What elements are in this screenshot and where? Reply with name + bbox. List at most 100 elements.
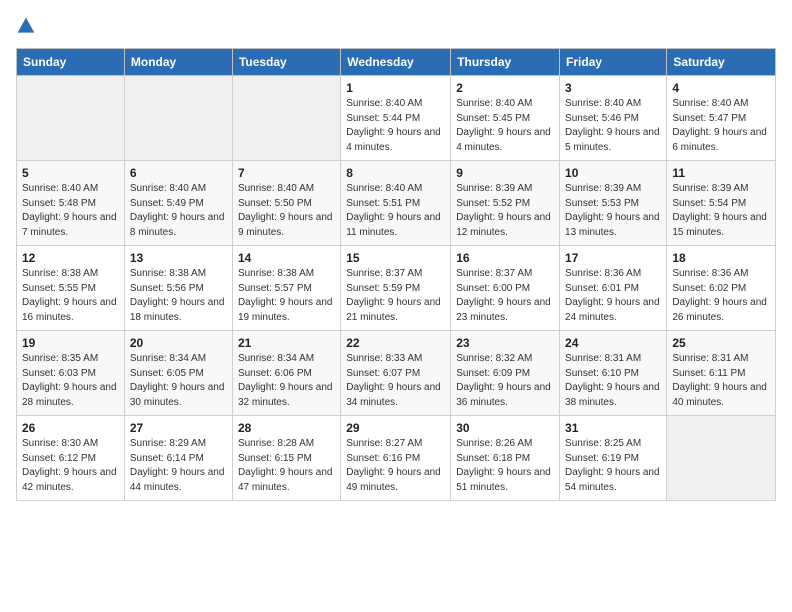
day-number: 29 — [346, 421, 445, 435]
day-cell: 16Sunrise: 8:37 AM Sunset: 6:00 PM Dayli… — [451, 246, 560, 331]
day-number: 23 — [456, 336, 554, 350]
day-cell: 18 Sunrise: 8:36 AM Sunset: 6:02 PM Dayli… — [667, 246, 776, 331]
day-cell: 19 Sunrise: 8:35 AM Sunset: 6:03 PM Dayli… — [17, 331, 125, 416]
day-number: 4 — [672, 81, 770, 95]
day-info: Sunrise: 8:29 AM Sunset: 6:14 PM Dayligh… — [130, 437, 227, 495]
day-number: 28 — [238, 421, 335, 435]
week-row-1: 1 Sunrise: 8:40 AM Sunset: 5:44 PM Daylig… — [17, 76, 776, 161]
day-number: 20 — [130, 336, 227, 350]
day-cell: 10 Sunrise: 8:39 AM Sunset: 5:53 PM Dayli… — [560, 161, 667, 246]
day-info: Sunrise: 8:27 AM Sunset: 6:16 PM Dayligh… — [346, 437, 445, 495]
day-number: 6 — [130, 166, 227, 180]
calendar-header: SundayMondayTuesdayWednesdayThursdayFrid… — [17, 49, 776, 76]
day-number: 18 — [672, 251, 770, 265]
header-day-tuesday: Tuesday — [232, 49, 340, 76]
day-cell: 2Sunrise: 8:40 AM Sunset: 5:45 PM Daylig… — [451, 76, 560, 161]
day-info: Sunrise: 8:32 AM Sunset: 6:09 PM Dayligh… — [456, 352, 554, 410]
day-number: 16 — [456, 251, 554, 265]
day-cell: 25Sunrise: 8:31 AM Sunset: 6:11 PM Dayli… — [667, 331, 776, 416]
header-day-friday: Friday — [560, 49, 667, 76]
day-cell — [667, 416, 776, 501]
day-cell — [124, 76, 232, 161]
day-cell: 26 Sunrise: 8:30 AM Sunset: 6:12 PM Dayli… — [17, 416, 125, 501]
day-info: Sunrise: 8:39 AM Sunset: 5:52 PM Dayligh… — [456, 182, 554, 240]
day-cell: 8Sunrise: 8:40 AM Sunset: 5:51 PM Daylig… — [341, 161, 451, 246]
logo — [16, 16, 40, 36]
day-cell: 5 Sunrise: 8:40 AM Sunset: 5:48 PM Daylig… — [17, 161, 125, 246]
day-number: 14 — [238, 251, 335, 265]
day-number: 2 — [456, 81, 554, 95]
day-info: Sunrise: 8:36 AM Sunset: 6:02 PM Dayligh… — [672, 267, 770, 325]
day-cell: 14 Sunrise: 8:38 AM Sunset: 5:57 PM Dayli… — [232, 246, 340, 331]
day-info: Sunrise: 8:38 AM Sunset: 5:57 PM Dayligh… — [238, 267, 335, 325]
day-cell: 21 Sunrise: 8:34 AM Sunset: 6:06 PM Dayli… — [232, 331, 340, 416]
day-number: 11 — [672, 166, 770, 180]
day-cell: 9 Sunrise: 8:39 AM Sunset: 5:52 PM Daylig… — [451, 161, 560, 246]
day-info: Sunrise: 8:40 AM Sunset: 5:46 PM Dayligh… — [565, 97, 661, 155]
day-cell: 12 Sunrise: 8:38 AM Sunset: 5:55 PM Dayli… — [17, 246, 125, 331]
day-cell: 15 Sunrise: 8:37 AM Sunset: 5:59 PM Dayli… — [341, 246, 451, 331]
header-day-monday: Monday — [124, 49, 232, 76]
page-header — [16, 16, 776, 36]
day-cell: 20Sunrise: 8:34 AM Sunset: 6:05 PM Dayli… — [124, 331, 232, 416]
day-info: Sunrise: 8:34 AM Sunset: 6:06 PM Dayligh… — [238, 352, 335, 410]
day-cell — [17, 76, 125, 161]
day-info: Sunrise: 8:38 AM Sunset: 5:56 PM Dayligh… — [130, 267, 227, 325]
day-info: Sunrise: 8:37 AM Sunset: 5:59 PM Dayligh… — [346, 267, 445, 325]
day-number: 19 — [22, 336, 119, 350]
day-number: 27 — [130, 421, 227, 435]
day-number: 3 — [565, 81, 661, 95]
day-cell: 11 Sunrise: 8:39 AM Sunset: 5:54 PM Dayli… — [667, 161, 776, 246]
day-number: 5 — [22, 166, 119, 180]
day-cell: 23 Sunrise: 8:32 AM Sunset: 6:09 PM Dayli… — [451, 331, 560, 416]
day-number: 15 — [346, 251, 445, 265]
day-cell: 3 Sunrise: 8:40 AM Sunset: 5:46 PM Daylig… — [560, 76, 667, 161]
day-info: Sunrise: 8:39 AM Sunset: 5:54 PM Dayligh… — [672, 182, 770, 240]
day-cell: 1 Sunrise: 8:40 AM Sunset: 5:44 PM Daylig… — [341, 76, 451, 161]
day-number: 7 — [238, 166, 335, 180]
logo-icon — [16, 16, 36, 36]
day-cell: 17 Sunrise: 8:36 AM Sunset: 6:01 PM Dayli… — [560, 246, 667, 331]
day-number: 8 — [346, 166, 445, 180]
day-info: Sunrise: 8:31 AM Sunset: 6:10 PM Dayligh… — [565, 352, 661, 410]
day-cell: 29 Sunrise: 8:27 AM Sunset: 6:16 PM Dayli… — [341, 416, 451, 501]
day-cell: 24 Sunrise: 8:31 AM Sunset: 6:10 PM Dayli… — [560, 331, 667, 416]
header-day-wednesday: Wednesday — [341, 49, 451, 76]
week-row-4: 19 Sunrise: 8:35 AM Sunset: 6:03 PM Dayli… — [17, 331, 776, 416]
day-number: 12 — [22, 251, 119, 265]
day-cell: 31Sunrise: 8:25 AM Sunset: 6:19 PM Dayli… — [560, 416, 667, 501]
day-info: Sunrise: 8:38 AM Sunset: 5:55 PM Dayligh… — [22, 267, 119, 325]
day-number: 31 — [565, 421, 661, 435]
day-number: 30 — [456, 421, 554, 435]
week-row-5: 26 Sunrise: 8:30 AM Sunset: 6:12 PM Dayli… — [17, 416, 776, 501]
calendar-body: 1 Sunrise: 8:40 AM Sunset: 5:44 PM Daylig… — [17, 76, 776, 501]
day-number: 22 — [346, 336, 445, 350]
day-number: 9 — [456, 166, 554, 180]
day-number: 25 — [672, 336, 770, 350]
header-day-saturday: Saturday — [667, 49, 776, 76]
day-info: Sunrise: 8:36 AM Sunset: 6:01 PM Dayligh… — [565, 267, 661, 325]
day-number: 13 — [130, 251, 227, 265]
day-number: 1 — [346, 81, 445, 95]
header-row: SundayMondayTuesdayWednesdayThursdayFrid… — [17, 49, 776, 76]
day-cell: 7Sunrise: 8:40 AM Sunset: 5:50 PM Daylig… — [232, 161, 340, 246]
day-number: 10 — [565, 166, 661, 180]
day-info: Sunrise: 8:40 AM Sunset: 5:44 PM Dayligh… — [346, 97, 445, 155]
day-info: Sunrise: 8:40 AM Sunset: 5:48 PM Dayligh… — [22, 182, 119, 240]
week-row-3: 12 Sunrise: 8:38 AM Sunset: 5:55 PM Dayli… — [17, 246, 776, 331]
day-cell: 6Sunrise: 8:40 AM Sunset: 5:49 PM Daylig… — [124, 161, 232, 246]
day-cell: 13 Sunrise: 8:38 AM Sunset: 5:56 PM Dayli… — [124, 246, 232, 331]
day-number: 24 — [565, 336, 661, 350]
header-day-sunday: Sunday — [17, 49, 125, 76]
day-number: 17 — [565, 251, 661, 265]
day-cell: 27 Sunrise: 8:29 AM Sunset: 6:14 PM Dayli… — [124, 416, 232, 501]
day-info: Sunrise: 8:35 AM Sunset: 6:03 PM Dayligh… — [22, 352, 119, 410]
week-row-2: 5 Sunrise: 8:40 AM Sunset: 5:48 PM Daylig… — [17, 161, 776, 246]
day-number: 21 — [238, 336, 335, 350]
day-cell: 28Sunrise: 8:28 AM Sunset: 6:15 PM Dayli… — [232, 416, 340, 501]
day-cell: 30Sunrise: 8:26 AM Sunset: 6:18 PM Dayli… — [451, 416, 560, 501]
day-number: 26 — [22, 421, 119, 435]
day-info: Sunrise: 8:30 AM Sunset: 6:12 PM Dayligh… — [22, 437, 119, 495]
day-info: Sunrise: 8:39 AM Sunset: 5:53 PM Dayligh… — [565, 182, 661, 240]
calendar-table: SundayMondayTuesdayWednesdayThursdayFrid… — [16, 48, 776, 501]
